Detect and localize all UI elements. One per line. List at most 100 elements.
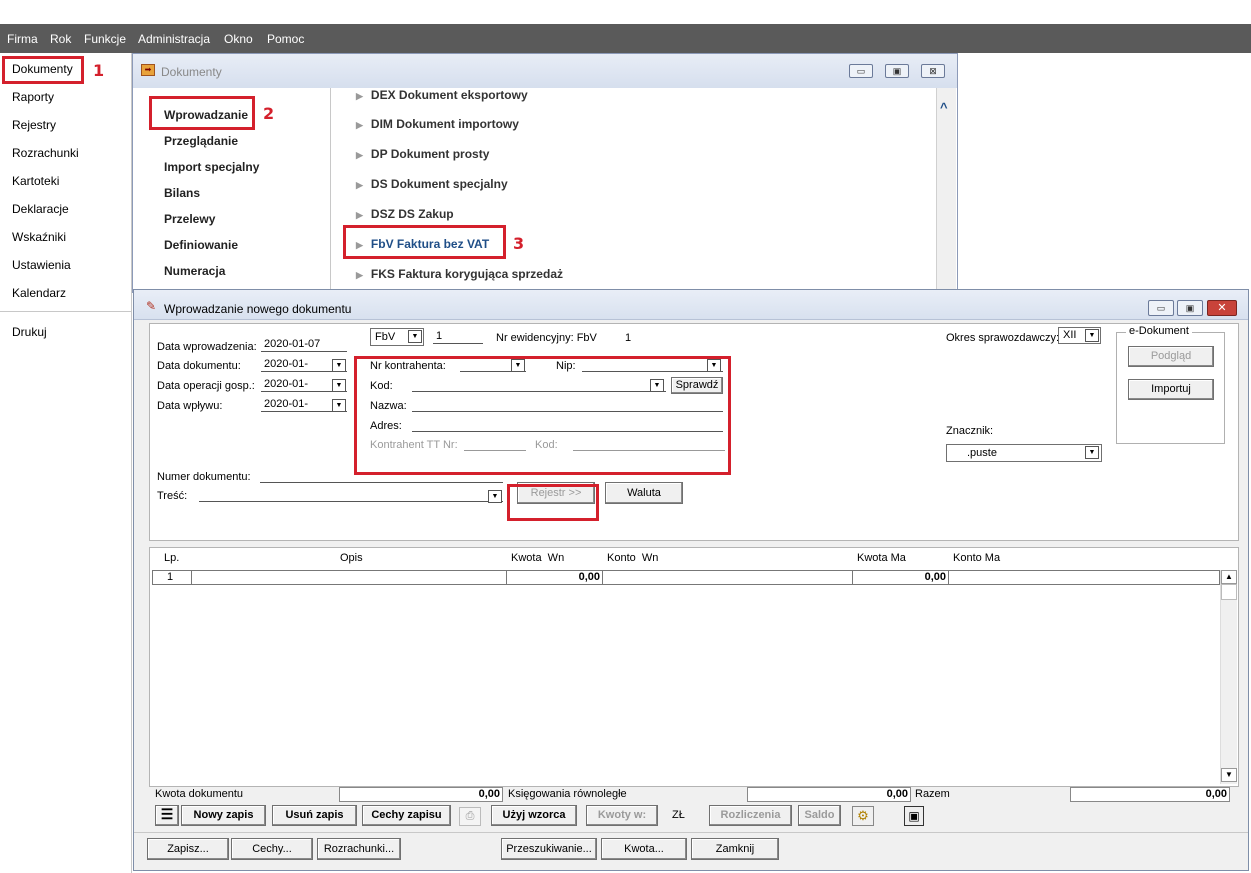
znacznik-select[interactable]: .puste xyxy=(946,444,1102,462)
menu-administracja[interactable]: Administracja xyxy=(138,32,210,46)
rozliczenia-button[interactable]: Rozliczenia xyxy=(709,805,792,826)
zamknij-button[interactable]: Zamknij xyxy=(691,838,779,860)
currency-label: ZŁ xyxy=(672,809,685,821)
document-types-list: ▶ DEX Dokument eksportowy ▶ DIM Dokument i… xyxy=(332,88,936,292)
callout-box-2 xyxy=(149,96,255,130)
save-disk-icon[interactable]: ▣ xyxy=(904,806,924,826)
chevron-down-icon[interactable]: ▼ xyxy=(1221,768,1237,782)
doc-type-item[interactable]: ▶ FKS Faktura korygująca sprzedaż xyxy=(356,267,563,281)
expand-arrow-icon: ▶ xyxy=(356,120,363,130)
doc-type-label: DEX Dokument eksportowy xyxy=(370,88,528,102)
nav-item-bilans[interactable]: Bilans xyxy=(164,186,200,200)
dialog-title: Wprowadzanie nowego dokumentu xyxy=(164,302,352,316)
numer-dokumentu-label: Numer dokumentu: xyxy=(157,471,251,483)
doc-type-item[interactable]: ▶ DP Dokument prosty xyxy=(356,147,489,161)
nav-item-numeracja[interactable]: Numeracja xyxy=(164,264,225,278)
edokument-title: e-Dokument xyxy=(1126,325,1192,337)
expand-arrow-icon: ▶ xyxy=(356,150,363,160)
menu-firma[interactable]: Firma xyxy=(7,32,38,46)
data-operacji-label: Data operacji gosp.: xyxy=(157,380,255,392)
minimize-icon[interactable]: ▭ xyxy=(1148,300,1174,316)
cell-kwota-ma[interactable]: 0,00 xyxy=(852,570,949,585)
entries-table: Lp. Opis Kwota Wn Konto Wn Kwota Ma Kont… xyxy=(149,547,1239,787)
kwota-dokumentu-value: 0,00 xyxy=(339,787,503,802)
sidebar-item-kalendarz[interactable]: Kalendarz xyxy=(12,286,66,300)
documents-scrollbar[interactable]: ^ xyxy=(936,88,956,292)
doc-type-label: DS Dokument specjalny xyxy=(370,177,508,191)
chevron-down-icon[interactable]: ▼ xyxy=(332,399,346,412)
nav-item-przelewy[interactable]: Przelewy xyxy=(164,212,215,226)
usun-zapis-button[interactable]: Usuń zapis xyxy=(272,805,357,826)
cell-konto-wn[interactable] xyxy=(602,570,853,585)
chevron-down-icon[interactable]: ▼ xyxy=(488,490,502,503)
gear-icon[interactable]: ⚙ xyxy=(852,806,874,826)
sidebar-item-rozrachunki[interactable]: Rozrachunki xyxy=(12,146,79,160)
kwoty-w-button[interactable]: Kwoty w: xyxy=(586,805,658,826)
chevron-down-icon[interactable]: ▼ xyxy=(332,379,346,392)
znacznik-label: Znacznik: xyxy=(946,425,994,437)
nowy-zapis-button[interactable]: Nowy zapis xyxy=(181,805,266,826)
waluta-button[interactable]: Waluta xyxy=(605,482,683,504)
table-scrollbar[interactable]: ▲ ▼ xyxy=(1220,570,1237,784)
menu-rok[interactable]: Rok xyxy=(50,32,71,46)
nr-ewidencyjny-label: Nr ewidencyjny: FbV xyxy=(496,332,597,344)
sidebar-item-drukuj[interactable]: Drukuj xyxy=(12,325,47,339)
attachment-icon[interactable]: ⎙ xyxy=(459,807,481,826)
nav-item-definiowanie[interactable]: Definiowanie xyxy=(164,238,238,252)
maximize-icon[interactable]: ▣ xyxy=(1177,300,1203,316)
doc-type-item[interactable]: ▶ DEX Dokument eksportowy xyxy=(356,88,528,102)
menu-okno[interactable]: Okno xyxy=(224,32,253,46)
podglad-button[interactable]: Podgląd xyxy=(1128,346,1214,367)
menubar: Firma Rok Funkcje Administracja Okno Pom… xyxy=(0,24,1251,53)
importuj-button[interactable]: Importuj xyxy=(1128,379,1214,400)
chevron-down-icon[interactable]: ▼ xyxy=(332,359,346,372)
uzyj-wzorca-button[interactable]: Użyj wzorca xyxy=(491,805,577,826)
chevron-down-icon[interactable]: ▼ xyxy=(1085,329,1099,342)
kwota-button[interactable]: Kwota... xyxy=(601,838,687,860)
cell-kwota-wn[interactable]: 0,00 xyxy=(506,570,603,585)
menu-pomoc[interactable]: Pomoc xyxy=(267,32,304,46)
chevron-up-icon[interactable]: ▲ xyxy=(1221,570,1237,584)
cell-konto-ma[interactable] xyxy=(948,570,1220,585)
cechy-zapisu-button[interactable]: Cechy zapisu xyxy=(362,805,451,826)
menu-lines-icon[interactable]: ☰ xyxy=(155,805,179,826)
sidebar-item-rejestry[interactable]: Rejestry xyxy=(12,118,56,132)
menu-funkcje[interactable]: Funkcje xyxy=(84,32,126,46)
nav-item-przegladanie[interactable]: Przeglądanie xyxy=(164,134,238,148)
doc-type-item[interactable]: ▶ DIM Dokument importowy xyxy=(356,117,519,131)
saldo-button[interactable]: Saldo xyxy=(798,805,841,826)
close-icon[interactable]: ⊠ xyxy=(921,64,945,78)
sidebar-item-deklaracje[interactable]: Deklaracje xyxy=(12,202,69,216)
sidebar-item-wskazniki[interactable]: Wskaźniki xyxy=(12,230,66,244)
sidebar-item-kartoteki[interactable]: Kartoteki xyxy=(12,174,59,188)
chevron-up-icon[interactable]: ^ xyxy=(940,100,948,115)
callout-box-rejestr xyxy=(507,484,599,521)
nav-item-import-specjalny[interactable]: Import specjalny xyxy=(164,160,259,174)
chevron-down-icon[interactable]: ▼ xyxy=(408,330,422,343)
nr-ewidencyjny-value: 1 xyxy=(625,332,632,344)
doc-number-field[interactable]: 1 xyxy=(433,330,483,344)
przeszukiwanie-button[interactable]: Przeszukiwanie... xyxy=(501,838,597,860)
callout-number-3: 3 xyxy=(513,234,525,253)
data-wprowadzenia-label: Data wprowadzenia: xyxy=(157,341,257,353)
tresc-field[interactable] xyxy=(199,488,503,502)
chevron-down-icon[interactable]: ▼ xyxy=(1085,446,1099,459)
doc-type-item[interactable]: ▶ DSZ DS Zakup xyxy=(356,207,454,221)
doc-type-item[interactable]: ▶ DS Dokument specjalny xyxy=(356,177,508,191)
cechy-button[interactable]: Cechy... xyxy=(231,838,313,860)
sidebar-item-ustawienia[interactable]: Ustawienia xyxy=(12,258,71,272)
sidebar-item-raporty[interactable]: Raporty xyxy=(12,90,54,104)
zapisz-button[interactable]: Zapisz... xyxy=(147,838,229,860)
column-header-kwota-wn: Kwota Wn xyxy=(511,552,565,564)
minimize-icon[interactable]: ▭ xyxy=(849,64,873,78)
scroll-thumb[interactable] xyxy=(1221,584,1237,600)
data-wprowadzenia-field[interactable]: 2020-01-07 xyxy=(261,338,347,352)
callout-box-1 xyxy=(2,56,84,84)
sidebar: Dokumenty Raporty Rejestry Rozrachunki K… xyxy=(0,53,132,873)
close-icon[interactable]: ✕ xyxy=(1207,300,1237,316)
cell-opis[interactable] xyxy=(191,570,507,585)
doc-type-label: DIM Dokument importowy xyxy=(370,117,519,131)
cell-lp[interactable]: 1 xyxy=(152,570,192,585)
maximize-icon[interactable]: ▣ xyxy=(885,64,909,78)
rozrachunki-button[interactable]: Rozrachunki... xyxy=(317,838,401,860)
